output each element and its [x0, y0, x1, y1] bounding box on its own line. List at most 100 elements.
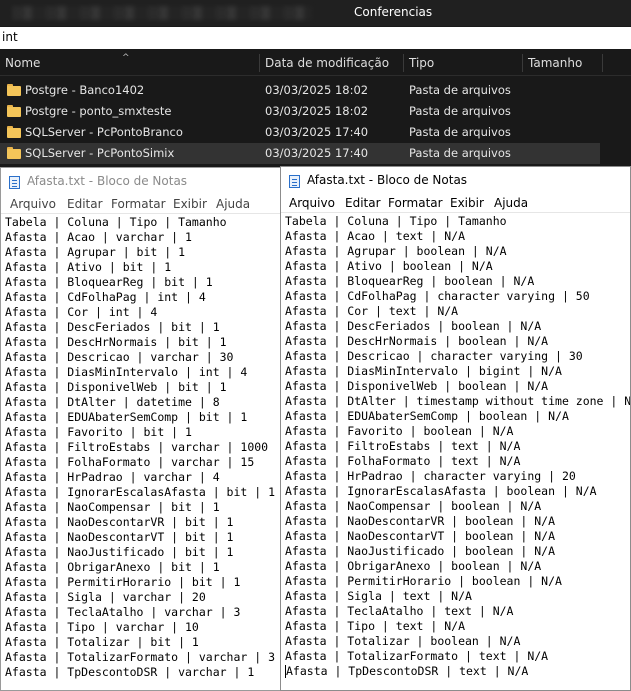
text-line: Afasta | DescHrNormais | bit | 1: [5, 335, 227, 349]
text-line: Afasta | NaoDescontarVR | bit | 1: [5, 515, 234, 529]
text-editor-area[interactable]: Tabela | Coluna | Tipo | Tamanho Afasta |…: [285, 214, 630, 679]
text-line: Afasta | DescHrNormais | boolean | N/A: [285, 334, 549, 348]
text-caret: [285, 665, 286, 678]
text-line: Afasta | DescFeriados | boolean | N/A: [285, 319, 542, 333]
window-title: Afasta.txt - Bloco de Notas: [27, 174, 188, 188]
text-line: Afasta | TotalizarFormato | text | N/A: [285, 649, 549, 663]
menu-formatar[interactable]: Formatar: [388, 195, 443, 211]
text-line: Afasta | TpDescontoDSR | text | N/A: [285, 664, 529, 678]
explorer-tab-title[interactable]: Conferencias: [354, 3, 432, 21]
text-line: Afasta | Cor | int | 4: [5, 305, 158, 319]
file-explorer-window: Conferencias int Nome ^ Data de modifica…: [0, 0, 631, 170]
text-line: Afasta | HrPadrao | varchar | 4: [5, 470, 220, 484]
text-line: Afasta | Descricao | character varying |…: [285, 349, 583, 363]
file-date: 03/03/2025 18:02: [265, 104, 369, 118]
file-name: SQLServer - PcPontoBranco: [25, 125, 183, 139]
notepad-titlebar[interactable]: Afasta.txt - Bloco de Notas: [281, 167, 630, 193]
text-line: Afasta | ObrigarAnexo | bit | 1: [5, 560, 220, 574]
window-title: Afasta.txt - Bloco de Notas: [307, 173, 468, 187]
address-text: int: [2, 30, 18, 44]
text-line: Afasta | DisponivelWeb | bit | 1: [5, 380, 227, 394]
text-line: Afasta | Totalizar | bit | 1: [5, 635, 199, 649]
explorer-titlebar: Conferencias: [0, 0, 631, 26]
file-type: Pasta de arquivos: [409, 83, 511, 97]
text-line: Afasta | NaoJustificado | bit | 1: [5, 545, 234, 559]
sort-up-icon: ^: [122, 53, 130, 63]
notepad-titlebar[interactable]: Afasta.txt - Bloco de Notas: [1, 168, 289, 194]
text-editor-area[interactable]: Tabela | Coluna | Tipo | Tamanho Afasta |…: [5, 215, 289, 680]
text-line: Afasta | Descricao | varchar | 30: [5, 350, 234, 364]
text-line: Afasta | NaoCompensar | boolean | N/A: [285, 499, 542, 513]
menu-exibir[interactable]: Exibir: [173, 196, 207, 212]
file-date: 03/03/2025 17:40: [265, 125, 369, 139]
folder-icon: [7, 126, 21, 138]
folder-icon: [7, 147, 21, 159]
menu-ajuda[interactable]: Ajuda: [494, 195, 528, 211]
column-header-name[interactable]: Nome ^: [0, 53, 260, 72]
menu-bar: Arquivo Editar Formatar Exibir Ajuda: [1, 194, 289, 214]
file-name: Postgre - Banco1402: [25, 83, 145, 97]
folder-icon: [7, 105, 21, 117]
text-line: Afasta | DiasMinIntervalo | int | 4: [5, 365, 248, 379]
text-line: Afasta | DisponivelWeb | boolean | N/A: [285, 379, 549, 393]
text-line: Afasta | TeclaAtalho | text | N/A: [285, 604, 514, 618]
address-bar[interactable]: int: [0, 27, 631, 49]
text-line: Afasta | EDUAbaterSemComp | boolean | N/…: [285, 409, 569, 423]
text-line: Afasta | Agrupar | bit | 1: [5, 245, 186, 259]
text-line: Afasta | FolhaFormato | varchar | 15: [5, 455, 255, 469]
text-line: Afasta | Acao | text | N/A: [285, 229, 466, 243]
text-line: Afasta | ObrigarAnexo | boolean | N/A: [285, 559, 542, 573]
text-line: Afasta | Acao | varchar | 1: [5, 230, 192, 244]
file-row[interactable]: SQLServer - PcPontoBranco 03/03/2025 17:4…: [0, 122, 600, 143]
text-line: Afasta | NaoDescontarVT | boolean | N/A: [285, 529, 556, 543]
notepad-window-right[interactable]: Afasta.txt - Bloco de Notas Arquivo Edit…: [280, 166, 631, 691]
notepad-icon: [9, 176, 20, 189]
text-line: Afasta | PermitirHorario | bit | 1: [5, 575, 241, 589]
menu-editar[interactable]: Editar: [67, 196, 103, 212]
file-row[interactable]: SQLServer - PcPontoSimix 03/03/2025 17:40…: [0, 143, 600, 164]
text-line: Afasta | CdFolhaPag | int | 4: [5, 290, 206, 304]
text-line: Afasta | NaoCompensar | bit | 1: [5, 500, 220, 514]
text-line: Tabela | Coluna | Tipo | Tamanho: [5, 215, 227, 229]
text-line: Afasta | Totalizar | boolean | N/A: [285, 634, 521, 648]
text-line: Afasta | DescFeriados | bit | 1: [5, 320, 220, 334]
text-line: Afasta | IgnorarEscalasAfasta | boolean …: [285, 484, 597, 498]
menu-ajuda[interactable]: Ajuda: [216, 196, 250, 212]
text-line: Afasta | DtAlter | datetime | 8: [5, 395, 220, 409]
text-line: Afasta | Cor | text | N/A: [285, 304, 459, 318]
file-date: 03/03/2025 18:02: [265, 83, 369, 97]
text-line: Afasta | Ativo | boolean | N/A: [285, 259, 493, 273]
text-line: Afasta | DiasMinIntervalo | bigint | N/A: [285, 364, 562, 378]
file-name: Postgre - ponto_smxteste: [25, 104, 172, 118]
text-line: Afasta | Sigla | text | N/A: [285, 589, 472, 603]
text-line: Afasta | FolhaFormato | text | N/A: [285, 454, 521, 468]
menu-exibir[interactable]: Exibir: [450, 195, 484, 211]
notepad-icon: [289, 175, 300, 188]
menu-editar[interactable]: Editar: [345, 195, 381, 211]
file-type: Pasta de arquivos: [409, 104, 511, 118]
blurred-tabs: [12, 6, 312, 20]
text-line: Afasta | BloquearReg | boolean | N/A: [285, 274, 535, 288]
file-row[interactable]: Postgre - Banco1402 03/03/2025 18:02 Pasta…: [0, 80, 600, 101]
text-line: Afasta | FiltroEstabs | varchar | 1000: [5, 440, 269, 454]
text-line: Afasta | TeclaAtalho | varchar | 3: [5, 605, 241, 619]
menu-arquivo[interactable]: Arquivo: [289, 195, 335, 211]
text-line: Afasta | HrPadrao | character varying | …: [285, 469, 576, 483]
menu-arquivo[interactable]: Arquivo: [10, 196, 56, 212]
text-line: Afasta | Tipo | varchar | 10: [5, 620, 199, 634]
file-type: Pasta de arquivos: [409, 146, 511, 160]
text-line: Afasta | IgnorarEscalasAfasta | bit | 1: [5, 485, 276, 499]
text-line: Afasta | NaoDescontarVT | bit | 1: [5, 530, 234, 544]
text-line: Afasta | PermitirHorario | boolean | N/A: [285, 574, 562, 588]
menu-formatar[interactable]: Formatar: [111, 196, 166, 212]
column-header-type[interactable]: Tipo: [404, 54, 523, 72]
text-line: Afasta | FiltroEstabs | text | N/A: [285, 439, 521, 453]
text-line: Afasta | BloquearReg | bit | 1: [5, 275, 213, 289]
text-line: Afasta | NaoJustificado | boolean | N/A: [285, 544, 556, 558]
text-line: Afasta | NaoDescontarVR | boolean | N/A: [285, 514, 556, 528]
column-header-date[interactable]: Data de modificação: [260, 54, 404, 72]
notepad-window-left[interactable]: Afasta.txt - Bloco de Notas Arquivo Edit…: [0, 167, 290, 691]
file-row[interactable]: Postgre - ponto_smxteste 03/03/2025 18:02…: [0, 101, 600, 122]
column-header-size[interactable]: Tamanho: [523, 54, 603, 72]
text-line: Afasta | EDUAbaterSemComp | bit | 1: [5, 410, 248, 424]
